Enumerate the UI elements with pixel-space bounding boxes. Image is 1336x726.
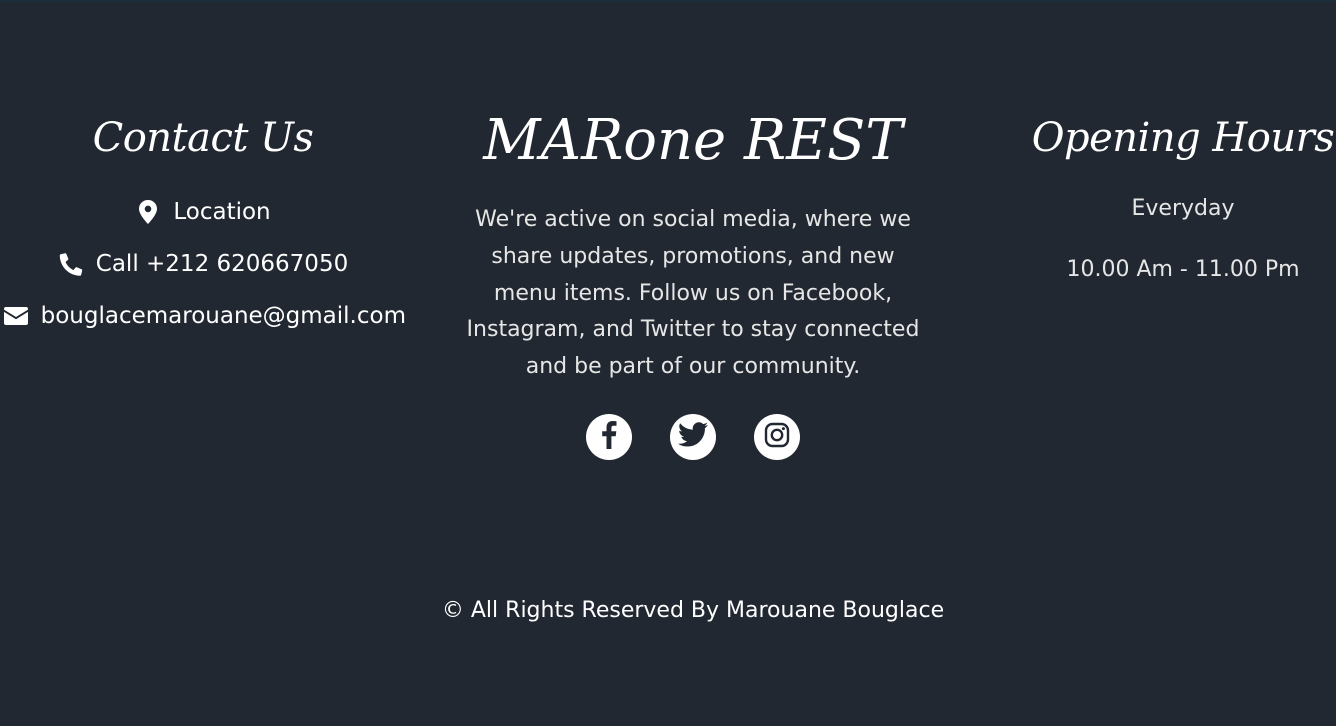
map-marker-icon [135,199,161,225]
facebook-link[interactable] [586,413,632,460]
instagram-icon [764,422,790,452]
contact-list: Location Call +212 620667050 bouglacemar… [0,186,406,342]
twitter-icon [678,422,708,451]
copyright-text: © All Rights Reserved By Marouane Bougla… [441,598,945,623]
contact-phone-label: Call +212 620667050 [95,251,349,277]
twitter-link[interactable] [670,413,716,460]
brand-description: We're active on social media, where we s… [466,207,920,380]
contact-email-link[interactable]: bouglacemarouane@gmail.com [0,290,406,342]
contact-location-link[interactable]: Location [0,186,406,238]
contact-title: Contact Us [92,115,314,161]
brand-section: MARone REST We're active on social media… [456,104,930,460]
brand-title: MARone REST [483,108,903,173]
hours-time: 10.00 Am - 11.00 Pm [1066,257,1300,282]
envelope-icon [4,303,29,329]
phone-icon [58,251,84,277]
site-footer: Contact Us Location Call +212 620667050 [0,0,1336,726]
hours-day: Everyday [1131,196,1235,221]
facebook-icon [601,420,617,453]
hours-title: Opening Hours [1031,115,1335,161]
contact-email-label: bouglacemarouane@gmail.com [40,303,406,329]
contact-phone-link[interactable]: Call +212 620667050 [0,238,406,290]
contact-location-label: Location [173,199,271,225]
instagram-link[interactable] [754,413,800,460]
social-links [456,413,930,460]
hours-section: Opening Hours Everyday 10.00 Am - 11.00 … [1030,108,1336,282]
contact-section: Contact Us Location Call +212 620667050 [0,108,406,342]
